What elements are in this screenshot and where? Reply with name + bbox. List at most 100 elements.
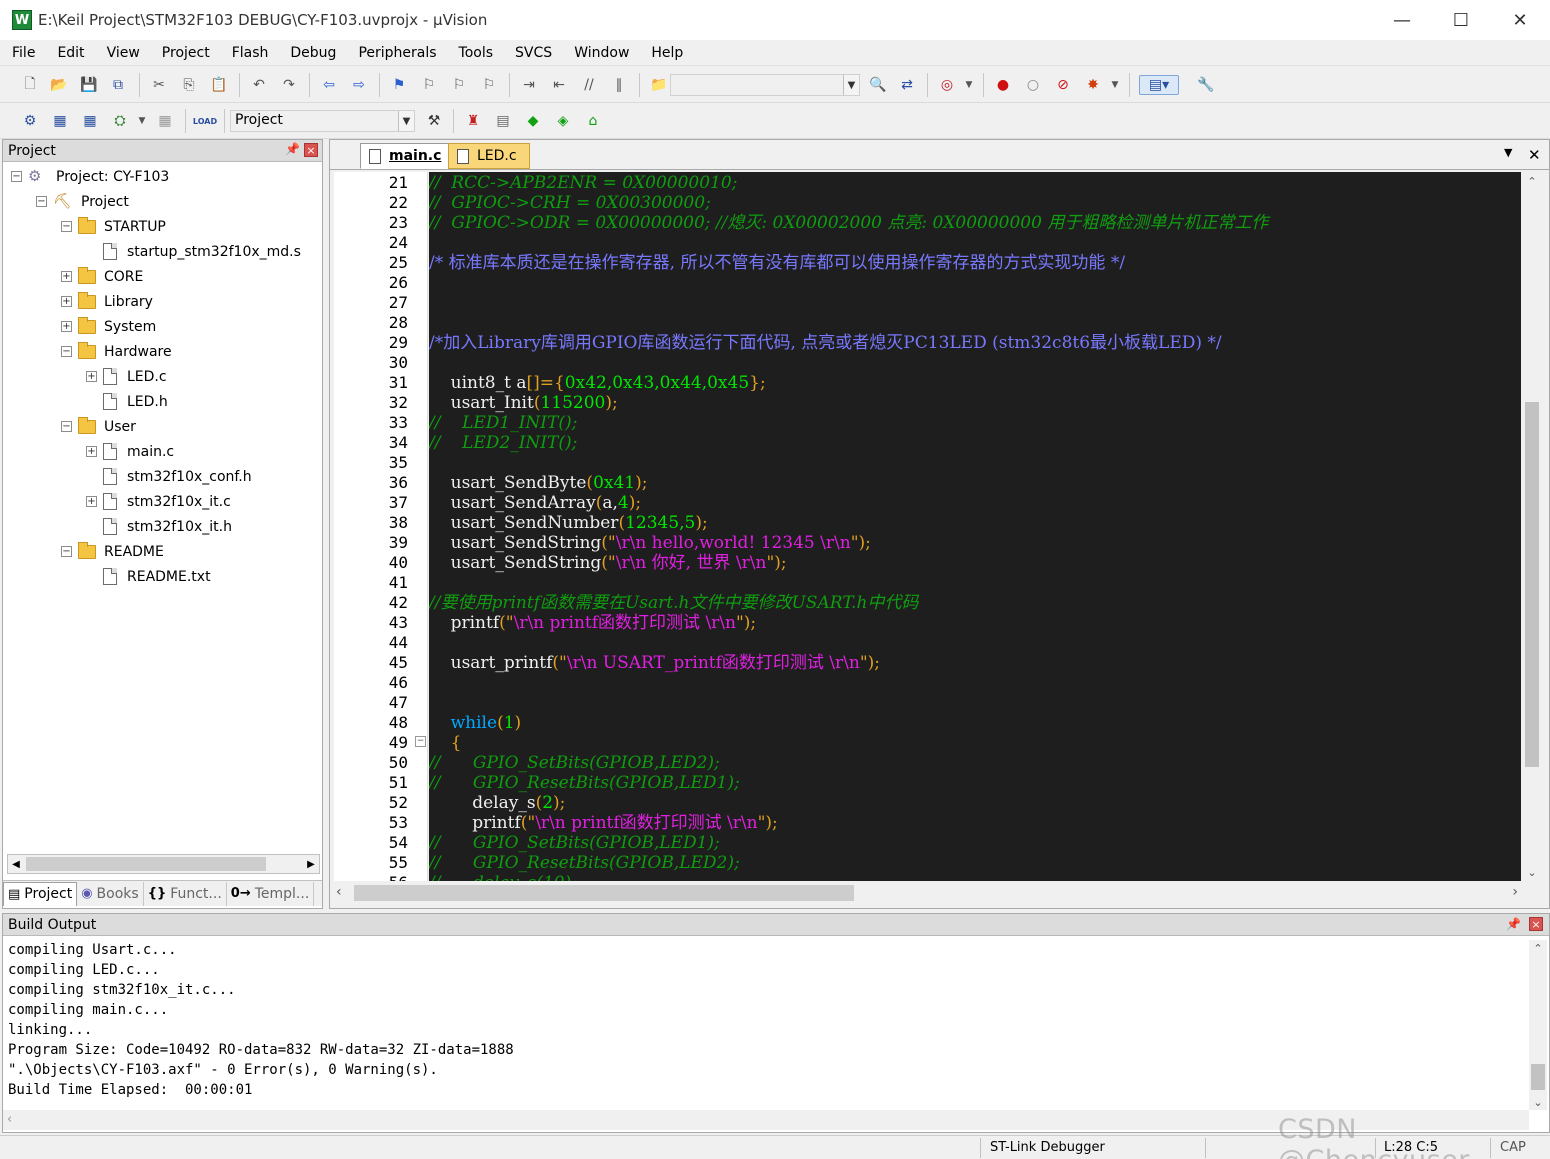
disable-all-breakpoints-icon[interactable]: ⊘: [1053, 75, 1073, 95]
device-database-icon[interactable]: ⌂: [583, 111, 603, 131]
scroll-thumb[interactable]: [354, 885, 854, 901]
close-window-button[interactable]: ✕: [1491, 0, 1549, 40]
tab-functions[interactable]: {} Funct...: [144, 881, 227, 906]
menu-flash[interactable]: Flash: [220, 45, 279, 61]
menu-debug[interactable]: Debug: [278, 45, 346, 61]
menu-help[interactable]: Help: [639, 45, 693, 61]
indent-icon[interactable]: ⇥: [519, 75, 539, 95]
expand-icon[interactable]: +: [61, 296, 72, 307]
navigate-back-icon[interactable]: ⇦: [319, 75, 339, 95]
tree-item[interactable]: stm32f10x_conf.h: [86, 464, 252, 489]
collapse-icon[interactable]: −: [11, 171, 22, 182]
find-combo[interactable]: ▼: [670, 74, 860, 96]
menu-file[interactable]: File: [0, 45, 45, 61]
scroll-down-icon[interactable]: ⌄: [1529, 1094, 1547, 1110]
target-select[interactable]: Project ▼: [230, 110, 415, 132]
undo-icon[interactable]: ↶: [249, 75, 269, 95]
tab-project[interactable]: ▤ Project: [3, 881, 78, 906]
pack-installer-icon[interactable]: ◈: [553, 111, 573, 131]
collapse-icon[interactable]: −: [61, 546, 72, 557]
manage-project-items-icon[interactable]: ♜: [463, 111, 483, 131]
chevron-down-icon[interactable]: ▼: [843, 75, 859, 95]
scroll-thumb[interactable]: [26, 857, 266, 871]
uncomment-icon[interactable]: ∥: [609, 75, 629, 95]
tree-item[interactable]: + main.c: [86, 439, 174, 464]
close-icon[interactable]: ×: [1529, 917, 1543, 931]
tab-templates[interactable]: 0→ Templ...: [227, 881, 315, 906]
menu-edit[interactable]: Edit: [45, 45, 94, 61]
chevron-down-icon[interactable]: ▼: [1105, 75, 1125, 95]
menu-svcs[interactable]: SVCS: [503, 45, 562, 61]
collapse-icon[interactable]: −: [36, 196, 47, 207]
tab-books[interactable]: ◉ Books: [77, 881, 144, 906]
copy-icon[interactable]: ⎘: [179, 75, 199, 95]
scroll-up-icon[interactable]: ⌃: [1529, 940, 1547, 956]
rebuild-icon[interactable]: ▦: [80, 111, 100, 131]
menu-window[interactable]: Window: [562, 45, 639, 61]
tree-item[interactable]: + LED.c: [86, 364, 167, 389]
scroll-left-icon[interactable]: ‹: [7, 1112, 12, 1127]
bookmark-next-icon[interactable]: ⚐: [449, 75, 469, 95]
tree-item[interactable]: − ⛏ Project: [36, 189, 129, 214]
comment-icon[interactable]: //: [579, 75, 599, 95]
find-icon[interactable]: 🔍: [868, 75, 888, 95]
save-all-icon[interactable]: ⧉: [108, 75, 128, 95]
enable-breakpoint-icon[interactable]: ○: [1023, 75, 1043, 95]
configure-icon[interactable]: 🔧: [1196, 75, 1216, 95]
insert-breakpoint-icon[interactable]: ●: [993, 75, 1013, 95]
new-file-icon[interactable]: 🗋: [20, 75, 40, 95]
scroll-left-icon[interactable]: ‹: [336, 884, 342, 900]
collapse-icon[interactable]: −: [61, 421, 72, 432]
menu-project[interactable]: Project: [150, 45, 220, 61]
select-packs-icon[interactable]: ▤: [493, 111, 513, 131]
project-hscrollbar[interactable]: ◀ ▶: [7, 854, 320, 874]
build-icon[interactable]: ▦: [50, 111, 70, 131]
pin-icon[interactable]: 📌: [1506, 917, 1521, 931]
cut-icon[interactable]: ✂: [149, 75, 169, 95]
tab-led-c[interactable]: LED.c: [448, 143, 530, 169]
tree-item[interactable]: − User: [61, 414, 136, 439]
scroll-thumb[interactable]: [1531, 1064, 1545, 1090]
editor-hscrollbar[interactable]: ‹ ›: [334, 881, 1522, 905]
tree-item[interactable]: + CORE: [61, 264, 143, 289]
pin-icon[interactable]: 📌: [285, 142, 300, 156]
tree-item[interactable]: + System: [61, 314, 156, 339]
expand-icon[interactable]: +: [86, 496, 97, 507]
tree-item[interactable]: − README: [61, 539, 164, 564]
redo-icon[interactable]: ↷: [279, 75, 299, 95]
bookmark-clear-icon[interactable]: ⚐: [479, 75, 499, 95]
paste-icon[interactable]: 📋: [209, 75, 229, 95]
tree-item[interactable]: startup_stm32f10x_md.s: [86, 239, 301, 264]
scroll-left-icon[interactable]: ◀: [8, 855, 24, 873]
expand-icon[interactable]: +: [61, 321, 72, 332]
scroll-up-icon[interactable]: ⌃: [1522, 172, 1542, 190]
close-tab-icon[interactable]: ✕: [1528, 146, 1541, 164]
tree-item[interactable]: − Hardware: [61, 339, 172, 364]
scroll-thumb[interactable]: [1525, 402, 1539, 767]
expand-icon[interactable]: +: [86, 446, 97, 457]
target-options-icon[interactable]: ⚒: [424, 111, 444, 131]
unindent-icon[interactable]: ⇤: [549, 75, 569, 95]
scroll-down-icon[interactable]: ⌄: [1522, 863, 1542, 881]
debug-session-icon[interactable]: ◎: [937, 75, 957, 95]
kill-all-breakpoints-icon[interactable]: ✸: [1083, 75, 1103, 95]
chevron-down-icon[interactable]: ▼: [132, 111, 152, 131]
editor-vscrollbar[interactable]: ⌃ ⌄: [1522, 172, 1542, 881]
expand-icon[interactable]: +: [61, 271, 72, 282]
find-in-files-icon[interactable]: 📁: [649, 75, 669, 95]
tab-main-c[interactable]: main.c: [360, 143, 455, 169]
code-area[interactable]: // RCC->APB2ENR = 0X00000010;// GPIOC->C…: [429, 172, 1521, 881]
download-load-icon[interactable]: LOAD: [193, 111, 217, 131]
close-icon[interactable]: ×: [304, 143, 318, 157]
save-icon[interactable]: 💾: [79, 75, 99, 95]
scroll-right-icon[interactable]: ›: [1512, 884, 1518, 900]
tree-item[interactable]: LED.h: [86, 389, 168, 414]
incremental-find-icon[interactable]: ⇄: [897, 75, 917, 95]
translate-icon[interactable]: ⚙: [20, 111, 40, 131]
build-output-vscrollbar[interactable]: ⌃ ⌄: [1529, 940, 1547, 1110]
menu-view[interactable]: View: [95, 45, 150, 61]
navigate-forward-icon[interactable]: ⇨: [349, 75, 369, 95]
collapse-icon[interactable]: −: [61, 221, 72, 232]
tree-item[interactable]: + stm32f10x_it.c: [86, 489, 231, 514]
maximize-button[interactable]: ☐: [1432, 0, 1490, 40]
